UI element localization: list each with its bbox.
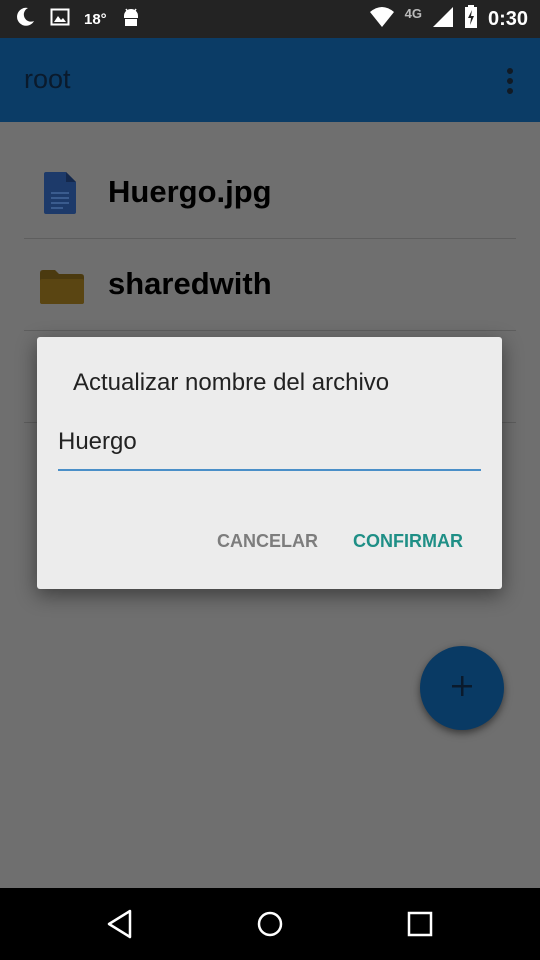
status-bar: 18° 4G 0:30 — [0, 0, 540, 38]
dialog-title: Actualizar nombre del archivo — [73, 369, 390, 396]
home-icon[interactable] — [252, 906, 288, 942]
overflow-menu-button[interactable] — [506, 68, 514, 94]
folder-name: sharedwith — [108, 266, 272, 301]
menu-dot — [507, 68, 513, 74]
cancel-button[interactable]: CANCELAR — [217, 531, 318, 552]
wifi-icon — [369, 6, 395, 33]
battery-charging-icon — [464, 4, 478, 34]
plus-icon — [449, 673, 475, 704]
filename-input[interactable]: Huergo — [58, 427, 481, 471]
recents-icon[interactable] — [402, 906, 438, 942]
temperature-text: 18° — [84, 10, 107, 28]
network-type-text: 4G — [404, 5, 422, 21]
list-item-file[interactable]: Huergo.jpg — [24, 146, 516, 239]
navigation-bar — [0, 888, 540, 960]
clock-text: 0:30 — [487, 7, 528, 30]
rename-dialog: Actualizar nombre del archivo Huergo CAN… — [37, 337, 502, 589]
document-icon — [44, 172, 76, 219]
add-fab-button[interactable] — [420, 646, 504, 730]
menu-dot — [507, 78, 513, 84]
signal-icon — [432, 6, 454, 33]
moon-icon — [14, 6, 36, 33]
list-item-folder[interactable]: sharedwith — [24, 238, 516, 331]
page-title: root — [24, 64, 71, 94]
folder-icon — [40, 270, 84, 309]
menu-dot — [507, 88, 513, 94]
app-bar: root — [0, 38, 540, 122]
confirm-button[interactable]: CONFIRMAR — [353, 531, 463, 552]
android-icon — [121, 6, 141, 33]
back-icon[interactable] — [102, 906, 138, 942]
file-name: Huergo.jpg — [108, 174, 272, 209]
image-icon — [50, 7, 70, 32]
